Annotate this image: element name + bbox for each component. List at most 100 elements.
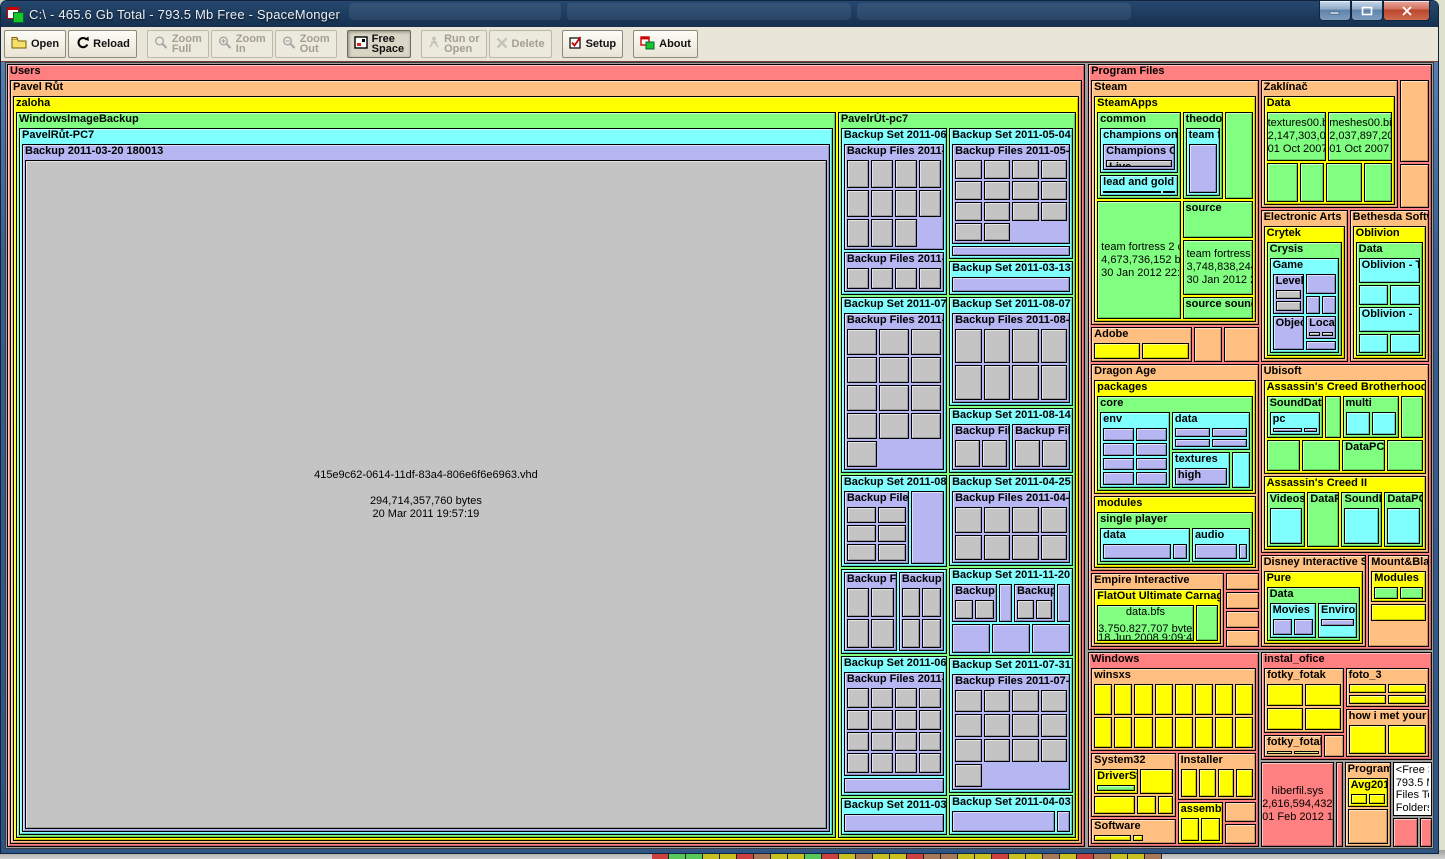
file-block[interactable] — [1226, 573, 1258, 590]
dir-program[interactable]: ProgramAvg2012 — [1345, 762, 1391, 847]
file-block[interactable] — [1390, 334, 1420, 353]
dir-backup-set-2011-08-28-19[interactable]: Backup Set 2011-08-28 19Backup Files 20 — [841, 475, 947, 568]
dir-levels[interactable]: Levels — [1273, 274, 1305, 314]
file-block[interactable] — [895, 710, 917, 730]
dir-dragon-age[interactable]: Dragon Agepackagescoreenvdatatextureshig… — [1091, 364, 1258, 571]
dir-steamapps[interactable]: SteamAppscommonchampions onlineChampions… — [1094, 96, 1255, 322]
file-block[interactable] — [895, 732, 917, 752]
file-block[interactable] — [1012, 535, 1039, 561]
dir-backup-files-2011-05-04[interactable]: Backup Files 2011-05-04 — [952, 144, 1070, 244]
file-block[interactable] — [1212, 428, 1247, 437]
dir-env[interactable]: env — [1100, 412, 1170, 488]
file-block[interactable] — [1181, 818, 1200, 841]
file-block[interactable] — [1359, 334, 1389, 353]
dir-data[interactable]: Datatextures00.bif2,147,303,074 01 Oct 2… — [1264, 96, 1395, 205]
file-block[interactable] — [1239, 544, 1247, 559]
file-block[interactable] — [975, 600, 993, 619]
file-block[interactable] — [1349, 695, 1387, 704]
file-block[interactable] — [1305, 684, 1341, 706]
file-block[interactable] — [1267, 440, 1300, 470]
dir-flatout-ultimate-carnage[interactable]: FlatOut Ultimate Carnagedata.bfs 3,750,8… — [1094, 589, 1221, 644]
dir-soundd[interactable]: SoundD — [1341, 492, 1382, 547]
file-block[interactable] — [1390, 285, 1420, 305]
setup-button[interactable]: Setup — [562, 30, 624, 58]
file-block[interactable] — [1175, 717, 1193, 748]
dir-pc[interactable]: pc — [1270, 412, 1321, 435]
file-block[interactable] — [1346, 412, 1370, 435]
file-block[interactable] — [1114, 684, 1132, 715]
file-block[interactable] — [984, 181, 1011, 200]
dir-lead-and-gold-gang[interactable]: lead and gold gang — [1100, 175, 1177, 196]
file-block[interactable] — [871, 753, 893, 773]
dir-data[interactable]: DataMoviesEnvironm — [1267, 587, 1361, 641]
file-block[interactable] — [847, 688, 869, 708]
dir-datapc[interactable]: DataPC — [1384, 492, 1423, 547]
file-block[interactable] — [1057, 811, 1070, 832]
file-block[interactable] — [1304, 428, 1317, 432]
dir-backup-f[interactable]: Backup F — [952, 584, 997, 622]
file-block[interactable] — [847, 507, 876, 524]
dir-oblivion[interactable]: Oblivion - — [1359, 307, 1420, 332]
dir-item[interactable]: Backup FileBackup F — [841, 569, 947, 654]
file-block[interactable] — [1133, 835, 1142, 841]
file-block[interactable] — [952, 811, 1055, 832]
file-block[interactable] — [1225, 802, 1256, 822]
file-block[interactable] — [1094, 717, 1112, 748]
dir-movies[interactable]: Movies — [1270, 603, 1316, 638]
dir-oblivion[interactable]: OblivionDataOblivion - TOblivion - — [1353, 226, 1426, 359]
file-block[interactable] — [1134, 684, 1152, 715]
dir-fotky-fotak[interactable]: fotky_fotak — [1264, 668, 1344, 733]
file-block[interactable] — [1136, 458, 1167, 471]
file-block[interactable] — [1103, 544, 1171, 559]
file-block[interactable] — [879, 329, 909, 355]
file-block[interactable] — [1387, 440, 1423, 470]
file-block[interactable] — [1094, 835, 1131, 841]
dir-pure[interactable]: PureDataMoviesEnvironm — [1264, 571, 1364, 644]
file-block[interactable] — [1173, 544, 1187, 559]
dir-backup-set-2011-06-26-193[interactable]: Backup Set 2011-06-26 193Backup Files 20… — [841, 656, 947, 796]
file-block[interactable] — [984, 714, 1011, 737]
dir-data[interactable]: DataOblivion - TOblivion - — [1356, 242, 1423, 356]
file-415e9c62-0614-11df-83a4-806e6f6e6963-vhd[interactable]: 415e9c62-0614-11df-83a4-806e6f6e6963.vhd… — [25, 160, 827, 829]
file-block[interactable] — [1136, 472, 1167, 485]
dir-instal-ofice[interactable]: instal_oficefotky_fotakfotky_fotak0foto_… — [1261, 652, 1432, 760]
file-block[interactable] — [847, 544, 876, 561]
file-block[interactable] — [1175, 439, 1210, 448]
file-block[interactable] — [1097, 785, 1135, 791]
file-block[interactable] — [1194, 327, 1223, 362]
dir-fotky-fotak0[interactable]: fotky_fotak0 — [1264, 735, 1322, 757]
file-block[interactable] — [847, 329, 877, 355]
file-block[interactable] — [847, 160, 869, 188]
free-space-button[interactable]: FreeSpace — [347, 30, 411, 58]
file-block[interactable] — [955, 690, 982, 713]
file-team-fortress-2-co[interactable]: team fortress 2 co4,673,736,152 byte30 J… — [1097, 201, 1180, 318]
file-block[interactable] — [879, 357, 909, 383]
file-block[interactable] — [955, 223, 982, 242]
file-block[interactable] — [1158, 796, 1172, 814]
file-block[interactable] — [919, 268, 941, 290]
maximize-button[interactable] — [1351, 1, 1383, 21]
dir-team-fortress[interactable]: team fortress — [1186, 128, 1221, 196]
file-block[interactable] — [1057, 584, 1070, 622]
file-block[interactable] — [1359, 285, 1389, 305]
file-block[interactable] — [1276, 301, 1302, 311]
file-block[interactable] — [847, 385, 877, 411]
file-block[interactable] — [1218, 769, 1235, 796]
file-block[interactable] — [984, 202, 1011, 221]
file-hiberfil-sys[interactable]: hiberfil.sys2,616,594,432 byte01 Feb 201… — [1261, 762, 1334, 847]
file-block[interactable] — [1137, 796, 1157, 814]
file-block[interactable] — [919, 753, 941, 773]
file-block[interactable] — [895, 268, 917, 290]
dir-assassin-s-creed-ii[interactable]: Assassin's Creed IIVideosDataPCSoundDDat… — [1264, 476, 1426, 550]
file-block[interactable] — [878, 544, 907, 561]
file-block[interactable] — [1012, 690, 1039, 713]
file-block[interactable] — [1322, 296, 1336, 313]
file-block[interactable] — [844, 778, 944, 792]
dir-steam[interactable]: SteamSteamAppscommonchampions onlineCham… — [1091, 80, 1258, 325]
dir-windowsimagebackup[interactable]: WindowsImageBackupPavelRůt-PC7Backup 201… — [16, 112, 836, 838]
file-block[interactable] — [1400, 80, 1429, 162]
file-block[interactable] — [878, 525, 907, 542]
file-block[interactable] — [1103, 458, 1134, 471]
file-block[interactable] — [1140, 769, 1173, 794]
dir-audio[interactable]: audio — [1192, 528, 1250, 562]
